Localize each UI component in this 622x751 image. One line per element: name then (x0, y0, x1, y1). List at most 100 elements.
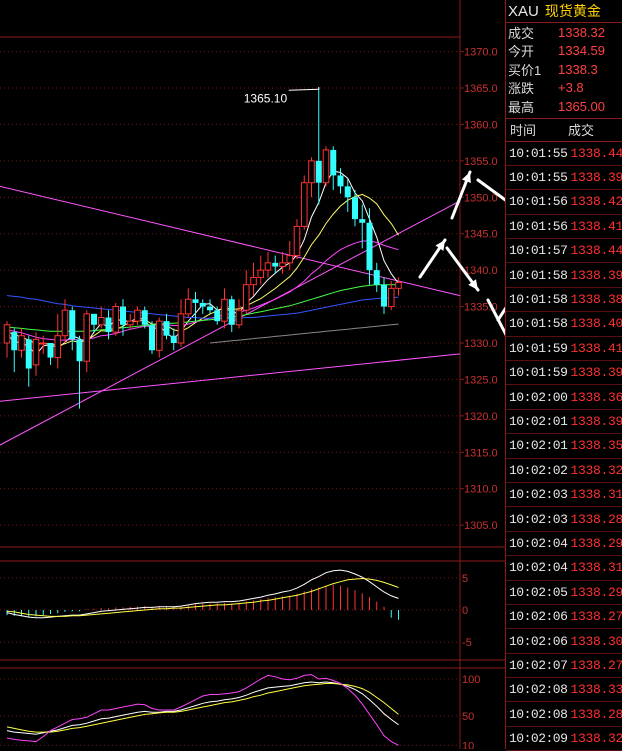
tick-row[interactable]: 10:02:001338.36 (506, 385, 622, 409)
candle-body (135, 310, 141, 321)
candle-body (33, 339, 39, 365)
header-time: 时间 (506, 120, 568, 139)
candle-body (316, 161, 322, 183)
price-axis: 1370.01365.01360.01355.01350.01345.01340… (460, 47, 498, 749)
candle-body (374, 270, 380, 285)
tick-time: 10:02:03 (506, 512, 570, 527)
tick-row[interactable]: 10:01:551338.39 (506, 166, 622, 190)
tick-time: 10:02:06 (506, 609, 570, 624)
tick-row[interactable]: 10:02:021338.32 (506, 459, 622, 483)
tick-row[interactable]: 10:02:081338.28 (506, 702, 622, 726)
tick-time: 10:02:02 (506, 463, 570, 478)
candle-body (367, 223, 373, 270)
tick-price: 1338.36 (570, 390, 622, 405)
tick-price: 1338.39 (570, 365, 622, 380)
tick-row[interactable]: 10:02:061338.30 (506, 629, 622, 653)
tick-price: 1338.32 (570, 463, 622, 478)
kdj-tick-label: 100 (462, 674, 480, 686)
tick-row[interactable]: 10:02:071338.27 (506, 654, 622, 678)
tick-row[interactable]: 10:01:571338.44 (506, 239, 622, 263)
symbol-name: 现货黄金 (545, 1, 601, 21)
tick-price: 1338.30 (570, 634, 622, 649)
tick-row[interactable]: 10:02:081338.33 (506, 678, 622, 702)
tick-row[interactable]: 10:02:011338.39 (506, 410, 622, 434)
tick-row[interactable]: 10:01:591338.41 (506, 337, 622, 361)
tick-price: 1338.44 (570, 243, 622, 258)
candles (4, 87, 401, 408)
tick-price: 1338.39 (570, 414, 622, 429)
candle-body (171, 336, 177, 343)
price-tick-label: 1305.0 (464, 520, 498, 532)
macd-tick-label: -5 (462, 637, 472, 649)
tick-time: 10:02:07 (506, 658, 570, 673)
tick-row[interactable]: 10:02:061338.27 (506, 605, 622, 629)
candle-body (106, 318, 112, 333)
candle-body (193, 299, 199, 303)
price-tick-label: 1330.0 (464, 338, 498, 350)
tick-price: 1338.40 (570, 316, 622, 331)
price-tick-label: 1365.0 (464, 83, 498, 95)
quote-row: 最高1365.00 (506, 97, 622, 116)
tick-row[interactable]: 10:01:581338.38 (506, 288, 622, 312)
candle-body (142, 310, 148, 325)
tick-time: 10:02:08 (506, 682, 570, 697)
candle-body (251, 277, 257, 284)
candle-body (396, 283, 402, 289)
candle-body (164, 321, 170, 336)
tick-time: 10:02:06 (506, 634, 570, 649)
candle-body (323, 150, 329, 183)
kdj-j-line (7, 675, 399, 746)
quote-label: 买价1 (508, 60, 558, 79)
candle-body (11, 332, 17, 350)
quote-row: 涨跌+3.8 (506, 79, 622, 98)
tick-price: 1338.39 (570, 170, 622, 185)
tick-time: 10:02:09 (506, 731, 570, 746)
candle-body (287, 256, 293, 263)
quote-label: 涨跌 (508, 78, 558, 97)
tick-row[interactable]: 10:02:041338.31 (506, 556, 622, 580)
tick-row[interactable]: 10:02:091338.32 (506, 727, 622, 751)
tick-time: 10:02:00 (506, 390, 570, 405)
tick-price: 1338.28 (570, 512, 622, 527)
price-tick-label: 1370.0 (464, 47, 498, 59)
tick-price: 1338.32 (570, 731, 622, 746)
quote-header: XAU 现货黄金 (506, 0, 622, 23)
candle-body (222, 299, 228, 321)
candle-body (62, 310, 68, 336)
tick-row[interactable]: 10:02:051338.29 (506, 581, 622, 605)
tick-row[interactable]: 10:01:591338.39 (506, 361, 622, 385)
tick-row[interactable]: 10:02:011338.35 (506, 434, 622, 458)
tick-price: 1338.33 (570, 682, 622, 697)
tick-time: 10:01:55 (506, 146, 570, 161)
quote-row: 成交1338.32 (506, 23, 622, 42)
tick-time: 10:02:01 (506, 414, 570, 429)
tick-price: 1338.41 (570, 341, 622, 356)
tick-time: 10:01:59 (506, 341, 570, 356)
quote-row: 今开1334.59 (506, 42, 622, 61)
candle-body (330, 150, 336, 176)
candle-body (156, 321, 162, 350)
candle-body (359, 219, 365, 223)
candle-body (265, 263, 271, 270)
tick-row[interactable]: 10:02:041338.29 (506, 532, 622, 556)
macd-tick-label: 0 (462, 605, 468, 617)
tick-price: 1338.41 (570, 219, 622, 234)
candle-body (207, 307, 213, 311)
tick-row[interactable]: 10:01:581338.40 (506, 312, 622, 336)
quote-value: +3.8 (558, 80, 584, 95)
candle-body (229, 299, 235, 325)
quote-panel: XAU 现货黄金 成交1338.32今开1334.59买价11338.3涨跌+3… (505, 0, 622, 749)
tick-row[interactable]: 10:01:581338.39 (506, 263, 622, 287)
tick-row[interactable]: 10:02:031338.28 (506, 507, 622, 531)
kline-chart[interactable]: 1370.01365.01360.01355.01350.01345.01340… (0, 0, 505, 749)
trend-line (0, 354, 460, 401)
tick-row[interactable]: 10:01:561338.42 (506, 190, 622, 214)
price-tick-label: 1355.0 (464, 156, 498, 168)
tick-time: 10:01:58 (506, 268, 570, 283)
tick-row[interactable]: 10:01:561338.41 (506, 215, 622, 239)
tick-row[interactable]: 10:01:551338.44 (506, 142, 622, 166)
tick-row[interactable]: 10:02:031338.31 (506, 483, 622, 507)
quote-summary: 成交1338.32今开1334.59买价11338.3涨跌+3.8最高1365.… (506, 23, 622, 119)
tick-list[interactable]: 10:01:551338.4410:01:551338.3910:01:5613… (506, 142, 622, 751)
tick-time: 10:01:56 (506, 194, 570, 209)
